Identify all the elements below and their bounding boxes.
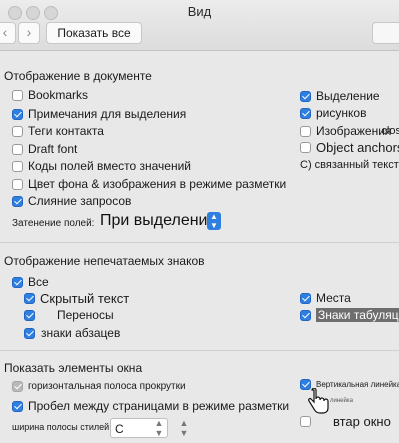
checkbox-label: знаки абзацев: [41, 326, 121, 340]
window-title: Вид: [187, 4, 212, 19]
checkbox-mail-merge[interactable]: Слияние запросов: [12, 194, 131, 208]
checkbox-box[interactable]: [24, 293, 35, 304]
checkbox-label: Draft font: [28, 142, 78, 156]
popup-arrows-icon[interactable]: ▲ ▼: [207, 212, 221, 230]
checkbox-label: С) связанный текст: [300, 159, 399, 171]
checkbox-box[interactable]: [12, 195, 23, 207]
section-title-document: Отображение в документе: [4, 69, 152, 83]
checkbox-tab-marks[interactable]: Знаки табуляции: [300, 308, 399, 322]
checkbox-label: Пробел между страницами в режиме разметк…: [28, 399, 290, 413]
checkbox-ruler[interactable]: линейка: [330, 398, 353, 404]
checkbox-all[interactable]: Все: [12, 275, 49, 289]
stepper-icon[interactable]: ▲ ▼: [177, 418, 191, 438]
checkbox-box[interactable]: [300, 90, 311, 102]
style-width-stepper[interactable]: ▲ ▼: [152, 418, 166, 438]
checkbox-box[interactable]: [300, 125, 311, 137]
checkbox-box[interactable]: [300, 309, 311, 321]
checkbox-box[interactable]: [12, 400, 23, 412]
checkbox-label: горизонтальная полоса прокрутки: [28, 381, 186, 392]
checkbox-hidden-text[interactable]: Скрытый текст: [24, 291, 129, 306]
checkbox-label: рисунков: [316, 106, 367, 120]
shading-popup[interactable]: При выделении: [100, 212, 221, 231]
checkbox-box[interactable]: [300, 142, 311, 153]
hand-cursor-icon: [308, 388, 329, 414]
checkbox-box[interactable]: [12, 178, 23, 190]
checkbox-label: линейка: [330, 398, 353, 404]
checkbox-drawings[interactable]: рисунков: [300, 106, 366, 120]
checkbox-label: Примечания для выделения: [28, 107, 187, 121]
checkbox-label: Все: [28, 275, 49, 289]
show-all-button[interactable]: Показать все: [46, 22, 142, 44]
shading-label: Затенение полей:: [12, 218, 95, 229]
checkbox-label: Места: [316, 291, 351, 305]
checkbox-bookmarks[interactable]: Bookmarks: [12, 88, 88, 102]
checkbox-comments[interactable]: Примечания для выделения: [12, 107, 186, 121]
checkbox-label: Коды полей вместо значений: [28, 159, 192, 173]
checkbox-box[interactable]: [12, 108, 23, 120]
back-button[interactable]: ‹: [0, 22, 16, 44]
forward-button[interactable]: ›: [18, 22, 40, 44]
checkbox-page-gap[interactable]: Пробел между страницами в режиме разметк…: [12, 399, 289, 413]
checkbox-spaces[interactable]: Места: [300, 291, 351, 305]
checkbox-linked-text[interactable]: С) связанный текст: [300, 159, 399, 171]
checkbox-paragraph-marks[interactable]: знаки абзацев: [24, 326, 120, 340]
checkbox-box[interactable]: [24, 327, 35, 339]
checkbox-label: Теги контакта: [28, 124, 104, 138]
window-titlebar: Вид ‹ › Показать все: [0, 0, 399, 51]
checkbox-window[interactable]: втар окно: [300, 414, 391, 429]
checkbox-draft-font[interactable]: Draft font: [12, 142, 77, 156]
checkbox-box[interactable]: [12, 143, 23, 155]
section-title-window-elements: Показать элементы окна: [4, 361, 143, 375]
search-field[interactable]: [372, 22, 399, 44]
checkbox-label: Цвет фона & изображения в режиме разметк…: [28, 177, 287, 191]
checkbox-label: Object anchors: [316, 140, 399, 155]
section-divider: [0, 242, 399, 243]
checkbox-box[interactable]: [12, 276, 23, 288]
checkbox-label: Bookmarks: [28, 88, 89, 102]
checkbox-label: Знаки табуляции: [316, 308, 399, 322]
checkbox-label: втар окно: [333, 414, 391, 429]
checkbox-label: Скрытый текст: [40, 291, 130, 306]
checkbox-hyphens[interactable]: Переносы: [24, 308, 114, 322]
checkbox-box[interactable]: [12, 381, 23, 392]
checkbox-background-color[interactable]: Цвет фона & изображения в режиме разметк…: [12, 177, 286, 191]
checkbox-box[interactable]: [300, 416, 311, 427]
overlay-text: close: [381, 125, 399, 137]
checkbox-field-codes[interactable]: Коды полей вместо значений: [12, 159, 191, 173]
checkbox-box[interactable]: [12, 125, 23, 137]
checkbox-box[interactable]: [12, 160, 23, 172]
checkbox-label: Изображения: [316, 124, 392, 138]
checkbox-contact-tags[interactable]: Теги контакта: [12, 124, 104, 138]
checkbox-horizontal-scrollbar[interactable]: горизонтальная полоса прокрутки: [12, 381, 186, 392]
checkbox-box[interactable]: [300, 292, 311, 304]
checkbox-label: Слияние запросов: [28, 194, 132, 208]
style-width-label: ширина полосы стилей:: [12, 422, 112, 432]
checkbox-object-anchors[interactable]: Object anchors: [300, 140, 399, 155]
checkbox-highlight[interactable]: Выделение: [300, 89, 380, 103]
checkbox-label: Переносы: [57, 308, 114, 322]
checkbox-label: Выделение: [316, 89, 380, 103]
section-title-nonprinting: Отображение непечатаемых знаков: [4, 254, 205, 268]
section-divider: [0, 350, 399, 351]
checkbox-box[interactable]: [24, 309, 35, 321]
checkbox-box[interactable]: [300, 107, 311, 119]
checkbox-images[interactable]: Изображения close: [300, 124, 399, 138]
checkbox-box[interactable]: [12, 89, 23, 101]
